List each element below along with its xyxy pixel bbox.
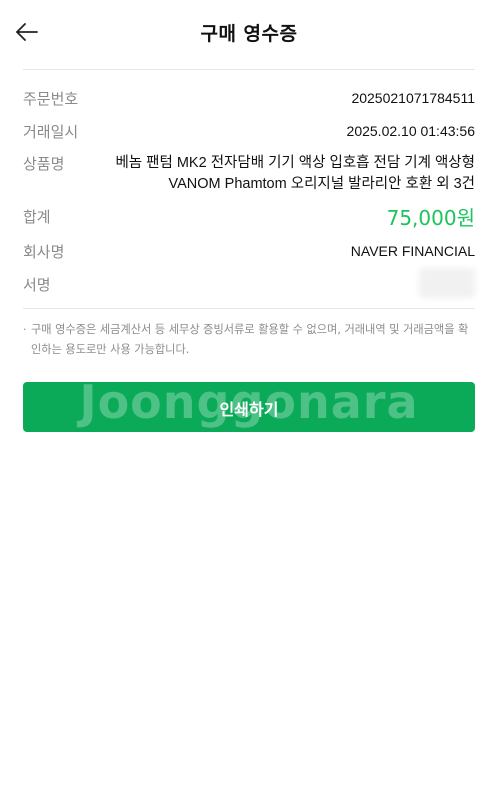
transaction-date-label: 거래일시: [23, 123, 79, 141]
notice: · 구매 영수증은 세금계산서 등 세무상 증빙서류로 활용할 수 없으며, 거…: [23, 320, 475, 360]
total-amount: 75,000원: [386, 206, 475, 230]
signature-image: [419, 268, 475, 298]
content-divider: [23, 308, 475, 309]
print-button[interactable]: Joonggonara 인쇄하기: [23, 382, 475, 432]
print-button-label: 인쇄하기: [219, 400, 279, 419]
header-divider: [23, 69, 475, 70]
signature-label: 서명: [23, 276, 51, 294]
notice-text: 구매 영수증은 세금계산서 등 세무상 증빙서류로 활용할 수 없으며, 거래내…: [31, 323, 469, 356]
page-title: 구매 영수증: [200, 23, 298, 45]
product-value: 베놈 팬텀 MK2 전자담배 기기 액상 입호흡 전담 기계 액상형 VANOM…: [115, 155, 475, 192]
notice-bullet: ·: [23, 323, 27, 336]
company-value: NAVER FINANCIAL: [350, 243, 475, 259]
company-label: 회사명: [23, 243, 65, 261]
header: 구매 영수증: [0, 0, 498, 64]
order-number-value: 2025021071784511: [351, 90, 475, 106]
total-label: 합계: [23, 208, 51, 226]
transaction-date-value: 2025.02.10 01:43:56: [346, 123, 475, 139]
order-number-label: 주문번호: [23, 90, 79, 108]
product-label: 상품명: [23, 155, 65, 173]
